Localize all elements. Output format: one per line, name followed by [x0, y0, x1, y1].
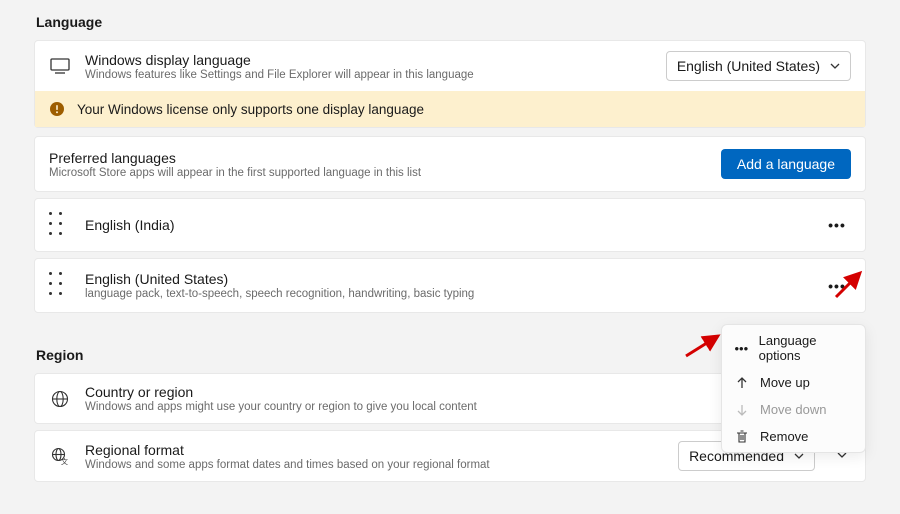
- menu-move-down: Move down: [724, 396, 863, 423]
- language-name: English (India): [85, 217, 805, 233]
- language-list: English (India) ••• English (United Stat…: [34, 198, 866, 313]
- dots-icon: •••: [828, 278, 846, 294]
- language-name: English (United States): [85, 271, 805, 287]
- menu-label: Move down: [760, 402, 826, 417]
- menu-label: Move up: [760, 375, 810, 390]
- menu-remove[interactable]: Remove: [724, 423, 863, 450]
- regional-format-title: Regional format: [85, 442, 664, 458]
- trash-icon: [734, 430, 750, 443]
- chevron-down-icon: [830, 61, 840, 71]
- license-banner: Your Windows license only supports one d…: [35, 91, 865, 127]
- dots-icon: •••: [734, 341, 749, 356]
- globe-icon: [49, 390, 71, 408]
- language-features: language pack, text-to-speech, speech re…: [85, 288, 805, 300]
- more-button[interactable]: •••: [823, 211, 851, 239]
- display-language-dropdown[interactable]: English (United States): [666, 51, 851, 81]
- preferred-languages-sub: Microsoft Store apps will appear in the …: [49, 167, 707, 179]
- drag-handle-icon[interactable]: [49, 272, 67, 299]
- license-banner-text: Your Windows license only supports one d…: [77, 102, 424, 117]
- warning-icon: [49, 101, 65, 117]
- menu-label: Language options: [759, 333, 853, 363]
- display-language-card: Windows display language Windows feature…: [34, 40, 866, 128]
- display-language-value: English (United States): [677, 58, 820, 74]
- arrow-down-icon: [734, 404, 750, 416]
- language-context-menu: ••• Language options Move up Move down R…: [721, 324, 866, 453]
- menu-language-options[interactable]: ••• Language options: [724, 327, 863, 369]
- monitor-icon: [49, 58, 71, 74]
- globe-translate-icon: 文: [49, 447, 71, 465]
- regional-format-sub: Windows and some apps format dates and t…: [85, 459, 664, 471]
- preferred-languages-title: Preferred languages: [49, 150, 707, 166]
- menu-move-up[interactable]: Move up: [724, 369, 863, 396]
- svg-text:文: 文: [61, 457, 68, 465]
- language-item[interactable]: English (India) •••: [34, 198, 866, 252]
- menu-label: Remove: [760, 429, 808, 444]
- drag-handle-icon[interactable]: [49, 212, 67, 239]
- display-language-title: Windows display language: [85, 52, 652, 68]
- add-language-button[interactable]: Add a language: [721, 149, 851, 179]
- language-item[interactable]: English (United States) language pack, t…: [34, 258, 866, 313]
- language-header: Language: [36, 14, 866, 30]
- more-button[interactable]: •••: [823, 272, 851, 300]
- arrow-up-icon: [734, 377, 750, 389]
- dots-icon: •••: [828, 217, 846, 233]
- display-language-sub: Windows features like Settings and File …: [85, 69, 652, 81]
- preferred-languages-card: Preferred languages Microsoft Store apps…: [34, 136, 866, 192]
